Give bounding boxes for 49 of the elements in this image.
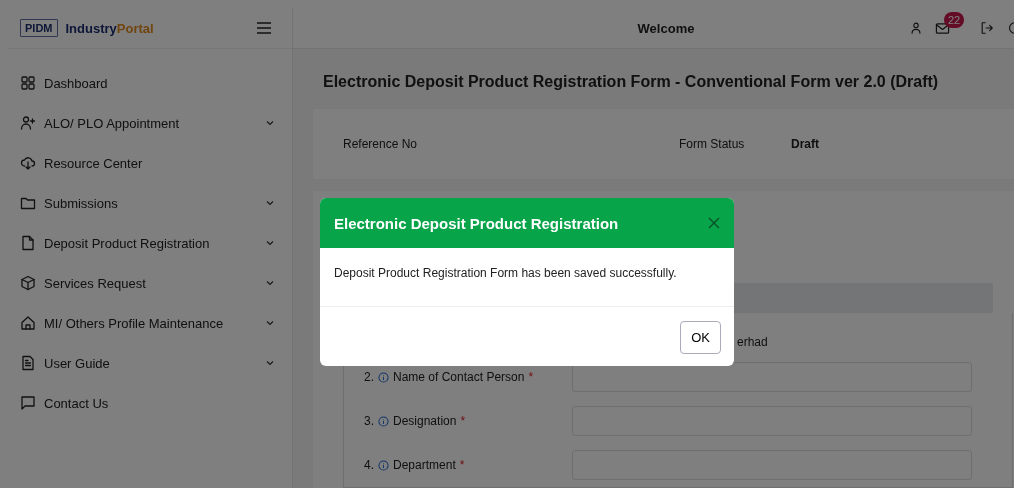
info-icon[interactable]	[378, 459, 389, 471]
required-mark: *	[459, 458, 465, 472]
mail-icon	[935, 20, 950, 36]
sidebar-item[interactable]: Deposit Product Registration	[8, 223, 292, 263]
menu-icon[interactable]	[256, 21, 272, 35]
document-icon	[20, 355, 36, 371]
status-value: Draft	[791, 137, 819, 151]
row-number: 4.	[364, 458, 374, 472]
folder-icon	[20, 195, 36, 211]
file-icon	[20, 235, 36, 251]
add-user-icon	[20, 115, 36, 131]
field-label: Department	[393, 458, 456, 472]
user-icon	[909, 21, 923, 35]
field-value: erhad	[737, 335, 768, 349]
close-icon[interactable]	[708, 217, 720, 229]
dialog-title: Electronic Deposit Product Registration	[334, 214, 620, 232]
sidebar-item[interactable]: MI/ Others Profile Maintenance	[8, 303, 292, 343]
field-label: Reference No	[343, 137, 419, 151]
chat-icon	[20, 395, 36, 411]
sidebar-item[interactable]: Services Request	[8, 263, 292, 303]
required-mark: *	[528, 370, 534, 384]
ok-button[interactable]: OK	[680, 321, 721, 354]
info-icon[interactable]	[378, 371, 389, 383]
notification-badge: 22	[944, 11, 965, 28]
logout-icon	[980, 21, 994, 35]
sidebar-item[interactable]: Resource Center	[8, 143, 292, 183]
brand-name: Industry	[65, 20, 117, 36]
sidebar-item[interactable]: Dashboard	[8, 63, 292, 103]
house-icon	[20, 315, 36, 331]
row-number: 2.	[364, 370, 374, 384]
logo-mark: PIDM	[20, 19, 58, 37]
dialog-message: Deposit Product Registration Form has been saved successfully.	[320, 248, 734, 307]
welcome-text: Welcome	[636, 20, 696, 36]
box-icon	[20, 275, 36, 291]
row-number: 3.	[364, 414, 374, 428]
input-field[interactable]	[572, 362, 972, 392]
required-mark: *	[460, 414, 466, 428]
sidebar-item[interactable]: User Guide	[8, 343, 292, 383]
cloud-download-icon	[20, 155, 36, 171]
form-title: Electronic Deposit Product Registration Form - Conventional Form ver 2.0 (Draft)	[322, 72, 940, 92]
sidebar-item[interactable]: ALO/ PLO Appointment	[8, 103, 292, 143]
brand-accent: Portal	[116, 20, 154, 36]
sidebar-item[interactable]: Submissions	[8, 183, 292, 223]
field-label: Name of Contact Person	[393, 370, 525, 384]
field-label: Designation	[393, 414, 457, 428]
info-icon[interactable]	[378, 415, 389, 427]
grid-icon	[20, 75, 36, 91]
sidebar-item[interactable]: Contact Us	[8, 383, 292, 423]
field-label: Form Status	[679, 137, 746, 151]
